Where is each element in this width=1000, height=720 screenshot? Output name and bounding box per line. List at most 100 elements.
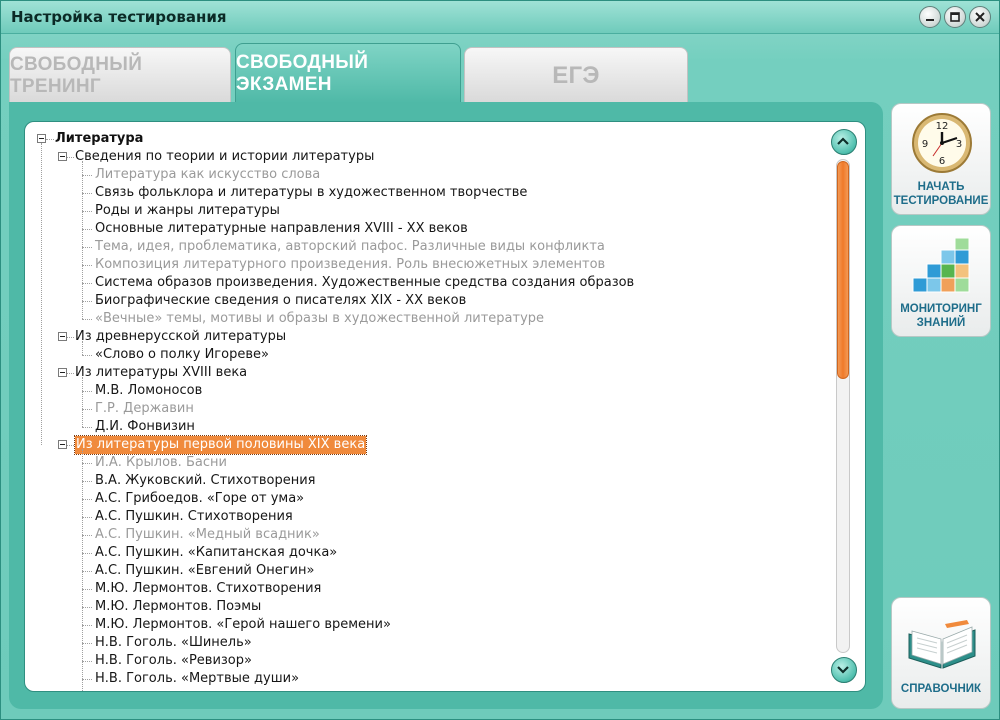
collapse-icon[interactable] [58, 332, 67, 341]
tree-item-label: Система образов произведения. Художестве… [95, 275, 635, 290]
tree-item[interactable]: «Слово о полку Игореве» [25, 346, 831, 364]
tree-connector [82, 355, 92, 356]
tree-item-label: А.С. Пушкин. «Медный всадник» [95, 527, 320, 542]
tree-item[interactable]: М.В. Ломоносов [25, 382, 831, 400]
tree-item-label: М.В. Ломоносов [95, 383, 203, 398]
tree-rows: Литература Сведения по теории и истории л… [25, 130, 831, 691]
tree-item[interactable]: Н.В. Гоголь. «Шинель» [25, 634, 831, 652]
monitoring-label-2: ЗНАНИЙ [916, 317, 966, 329]
knowledge-monitoring-button[interactable]: МОНИТОРИНГ ЗНАНИЙ [891, 225, 991, 337]
tree-connector [82, 535, 92, 536]
tree-item[interactable]: Роды и жанры литературы [25, 202, 831, 220]
chevron-up-icon [837, 137, 849, 145]
tree-item-label: М.Ю. Лермонтов. Поэмы [95, 599, 262, 614]
tree-item-label: А.С. Пушкин. Стихотворения [95, 509, 293, 524]
tab-free-training[interactable]: СВОБОДНЫЙ ТРЕНИНГ [9, 47, 231, 103]
tree-connector [82, 283, 92, 284]
tree-connector-vertical [82, 161, 83, 319]
tree-item-label: Н.В. Гоголь. «Ревизор» [95, 653, 252, 668]
tree-item[interactable]: А.С. Грибоедов. «Горе от ума» [25, 490, 831, 508]
maximize-button[interactable] [944, 6, 966, 28]
tree-connector [82, 319, 92, 320]
tree-section[interactable]: Из древнерусской литературы [25, 328, 831, 346]
tree-item-label: И.А. Крылов. Басни [95, 455, 227, 470]
scroll-thumb[interactable] [837, 161, 849, 379]
tree-item-label: «Слово о полку Игореве» [95, 347, 269, 362]
tree-connector [82, 553, 92, 554]
reference-button[interactable]: СПРАВОЧНИК [891, 597, 991, 709]
topics-tree[interactable]: Литература Сведения по теории и истории л… [24, 121, 866, 692]
tree-connector [82, 247, 92, 248]
tree-connector [67, 157, 74, 158]
tree-item[interactable]: Основные литературные направления XVIII … [25, 220, 831, 238]
tree-connector [82, 175, 92, 176]
minimize-button[interactable] [919, 6, 941, 28]
tree-item-label: «Вечные» темы, мотивы и образы в художес… [95, 311, 545, 326]
tree-connector-vertical [41, 143, 42, 445]
tree-item[interactable]: Система образов произведения. Художестве… [25, 274, 831, 292]
tree-connector [82, 211, 92, 212]
tree-item[interactable]: И.А. Крылов. Басни [25, 454, 831, 472]
scroll-down-button[interactable] [831, 657, 857, 683]
title-bar[interactable]: Настройка тестирования [1, 1, 999, 34]
tree-item[interactable]: Н.В. Гоголь. «Мертвые души» [25, 670, 831, 688]
start-testing-label: НАЧАТЬ [917, 181, 965, 193]
tree-connector [82, 661, 92, 662]
tree-item-label: Связь фольклора и литературы в художеств… [95, 185, 528, 200]
tree-item[interactable]: М.Ю. Лермонтов. Стихотворения [25, 580, 831, 598]
tree-item[interactable]: Тема, идея, проблематика, авторский пафо… [25, 238, 831, 256]
tree-item[interactable]: А.С. Пушкин. «Медный всадник» [25, 526, 831, 544]
tree-item[interactable]: В.А. Жуковский. Стихотворения [25, 472, 831, 490]
tree-item-label: Композиция литературного произведения. Р… [95, 257, 606, 272]
tree-connector [82, 481, 92, 482]
tree-item-label: Тема, идея, проблематика, авторский пафо… [95, 239, 605, 254]
close-icon [975, 12, 985, 22]
tree-item[interactable]: Г.Р. Державин [25, 400, 831, 418]
tree-scrollbar[interactable] [831, 129, 857, 683]
tree-item-label: М.Ю. Лермонтов. Стихотворения [95, 581, 322, 596]
tree-item[interactable]: А.С. Пушкин. «Капитанская дочка» [25, 544, 831, 562]
tree-item[interactable]: Композиция литературного произведения. Р… [25, 256, 831, 274]
tree-section[interactable]: Из литературы XVIII века [25, 364, 831, 382]
tree-root[interactable]: Литература [25, 130, 831, 148]
tree-item[interactable]: Связь фольклора и литературы в художеств… [25, 184, 831, 202]
tree-item[interactable]: М.Ю. Лермонтов. «Герой нашего времени» [25, 616, 831, 634]
clock-numeral-3: 3 [956, 139, 962, 150]
tree-connector [82, 625, 92, 626]
tree-item-label: Из литературы первой половины XIX века [73, 435, 368, 455]
tree-connector [67, 373, 74, 374]
tree-item[interactable]: Литература как искусство слова [25, 166, 831, 184]
tree-item[interactable]: Биографические сведения о писателях XIX … [25, 292, 831, 310]
tree-connector [82, 463, 92, 464]
tree-item-label: М.Ю. Лермонтов. «Герой нашего времени» [95, 617, 391, 632]
collapse-icon[interactable] [37, 134, 46, 143]
tree-item[interactable]: Н.В. Гоголь. «Ревизор» [25, 652, 831, 670]
collapse-icon[interactable] [58, 440, 67, 449]
start-testing-label-2: ТЕСТИРОВАНИЕ [893, 195, 989, 207]
clock-numeral-9: 9 [922, 139, 928, 150]
clock-icon: 12 3 6 9 [912, 113, 972, 173]
tab-ege[interactable]: ЕГЭ [464, 47, 688, 103]
tree-connector [82, 643, 92, 644]
tree-section[interactable]: Сведения по теории и истории литературы [25, 148, 831, 166]
tree-item-label: Из литературы XVIII века [75, 365, 248, 380]
tree-connector [82, 571, 92, 572]
tree-item-label: Основные литературные направления XVIII … [95, 221, 468, 236]
tree-item[interactable]: А.С. Пушкин. «Евгений Онегин» [25, 562, 831, 580]
close-button[interactable] [969, 6, 991, 28]
tree-item-label: Биографические сведения о писателях XIX … [95, 293, 467, 308]
tab-free-exam[interactable]: СВОБОДНЫЙ ЭКЗАМЕН [235, 43, 461, 103]
collapse-icon[interactable] [58, 368, 67, 377]
tree-connector [82, 499, 92, 500]
app-window: Настройка тестирования СВОБОДНЫЙ ТРЕНИНГ… [0, 0, 1000, 720]
tree-item[interactable]: М.Ю. Лермонтов. Поэмы [25, 598, 831, 616]
collapse-icon[interactable] [58, 152, 67, 161]
clock-numeral-6: 6 [939, 156, 945, 167]
tree-item[interactable]: А.С. Пушкин. Стихотворения [25, 508, 831, 526]
tree-item[interactable]: Д.И. Фонвизин [25, 418, 831, 436]
tree-item-label: А.С. Грибоедов. «Горе от ума» [95, 491, 305, 506]
scroll-up-button[interactable] [831, 129, 857, 155]
tree-section[interactable]: Из литературы первой половины XIX века [25, 435, 831, 455]
tree-item[interactable]: «Вечные» темы, мотивы и образы в художес… [25, 310, 831, 328]
start-testing-button[interactable]: 12 3 6 9 НАЧАТЬ ТЕСТИРОВАНИЕ [891, 103, 991, 215]
